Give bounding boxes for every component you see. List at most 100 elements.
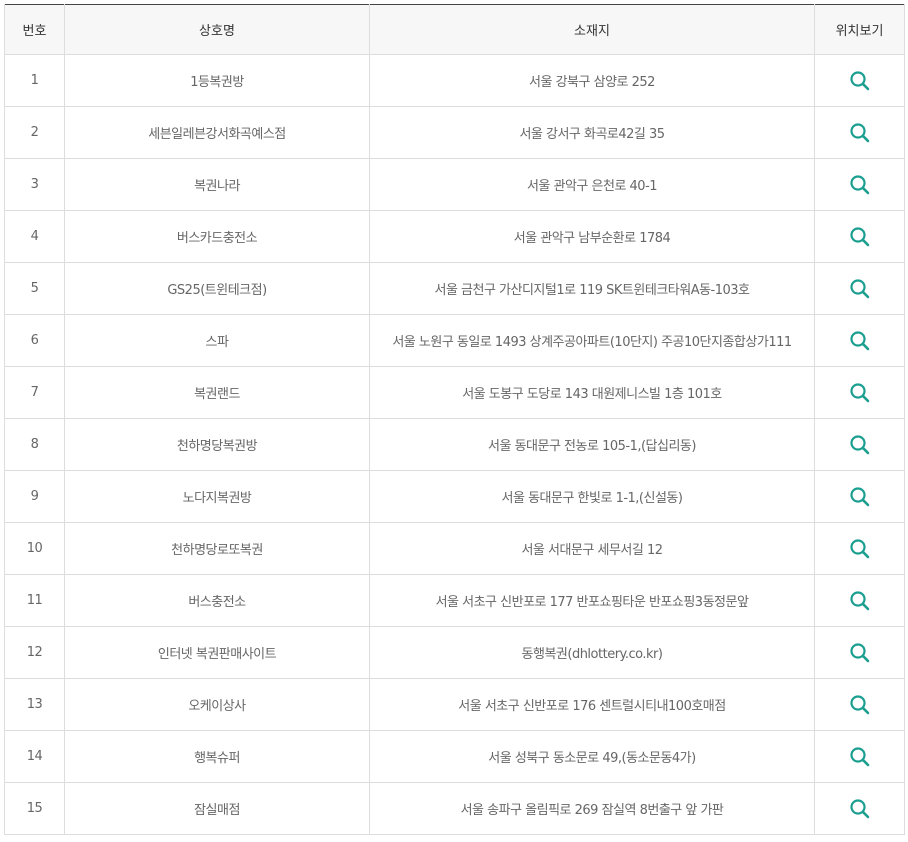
row-location-cell [814,678,905,731]
row-no: 1 [4,54,65,107]
store-list-table: 번호 상호명 소재지 위치보기 1 1등복권방 서울 강북구 삼양로 252 2… [4,4,905,835]
location-view-button[interactable] [847,432,873,458]
row-location-cell [814,730,905,783]
location-view-button[interactable] [847,796,873,822]
row-address: 서울 강서구 화곡로42길 35 [369,106,815,159]
search-icon [849,798,869,818]
location-view-button[interactable] [847,588,873,614]
search-icon [849,122,869,142]
row-address: 서울 동대문구 한빛로 1-1,(신설동) [369,470,815,523]
row-location-cell [814,418,905,471]
header-location-view: 위치보기 [814,4,905,55]
row-store-name: 잠실매점 [64,782,370,835]
row-address: 서울 서초구 신반포로 177 반포쇼핑타운 반포쇼핑3동정문앞 [369,574,815,627]
row-location-cell [814,314,905,367]
search-icon [849,226,869,246]
row-location-cell [814,522,905,575]
location-view-button[interactable] [847,536,873,562]
row-store-name: GS25(트윈테크점) [64,262,370,315]
table-row: 1 1등복권방 서울 강북구 삼양로 252 [4,54,905,107]
table-row: 9 노다지복권방 서울 동대문구 한빛로 1-1,(신설동) [4,470,905,523]
row-store-name: 복권랜드 [64,366,370,419]
table-row: 13 오케이상사 서울 서초구 신반포로 176 센트럴시티내100호매점 [4,678,905,731]
row-store-name: 복권나라 [64,158,370,211]
row-no: 13 [4,678,65,731]
row-no: 4 [4,210,65,263]
row-no: 11 [4,574,65,627]
row-store-name: 행복슈퍼 [64,730,370,783]
row-address: 서울 동대문구 전농로 105-1,(답십리동) [369,418,815,471]
row-location-cell [814,574,905,627]
search-icon [849,434,869,454]
row-address: 서울 관악구 남부순환로 1784 [369,210,815,263]
location-view-button[interactable] [847,224,873,250]
search-icon [849,382,869,402]
header-store-name: 상호명 [64,4,370,55]
row-address: 서울 송파구 올림픽로 269 잠실역 8번출구 앞 가판 [369,782,815,835]
location-view-button[interactable] [847,692,873,718]
table-row: 4 버스카드충전소 서울 관악구 남부순환로 1784 [4,210,905,263]
search-icon [849,746,869,766]
row-address: 서울 서초구 신반포로 176 센트럴시티내100호매점 [369,678,815,731]
header-no: 번호 [4,4,65,55]
row-location-cell [814,470,905,523]
table-row: 7 복권랜드 서울 도봉구 도당로 143 대원제니스빌 1층 101호 [4,366,905,419]
table-row: 12 인터넷 복권판매사이트 동행복권(dhlottery.co.kr) [4,626,905,679]
row-no: 6 [4,314,65,367]
location-view-button[interactable] [847,484,873,510]
header-address: 소재지 [369,4,815,55]
row-store-name: 1등복권방 [64,54,370,107]
row-address: 서울 관악구 은천로 40-1 [369,158,815,211]
row-address: 동행복권(dhlottery.co.kr) [369,626,815,679]
location-view-button[interactable] [847,328,873,354]
row-no: 9 [4,470,65,523]
row-address: 서울 도봉구 도당로 143 대원제니스빌 1층 101호 [369,366,815,419]
row-address: 서울 강북구 삼양로 252 [369,54,815,107]
row-store-name: 세븐일레븐강서화곡예스점 [64,106,370,159]
table-row: 5 GS25(트윈테크점) 서울 금천구 가산디지털1로 119 SK트윈테크타… [4,262,905,315]
search-icon [849,590,869,610]
row-store-name: 스파 [64,314,370,367]
table-header-row: 번호 상호명 소재지 위치보기 [4,4,905,55]
row-location-cell [814,54,905,107]
table-body: 1 1등복권방 서울 강북구 삼양로 252 2 세븐일레븐강서화곡예스점 서울… [4,54,905,835]
location-view-button[interactable] [847,172,873,198]
row-address: 서울 서대문구 세무서길 12 [369,522,815,575]
row-store-name: 버스충전소 [64,574,370,627]
row-location-cell [814,366,905,419]
row-no: 14 [4,730,65,783]
search-icon [849,642,869,662]
row-no: 2 [4,106,65,159]
row-store-name: 오케이상사 [64,678,370,731]
table-row: 3 복권나라 서울 관악구 은천로 40-1 [4,158,905,211]
row-location-cell [814,262,905,315]
location-view-button[interactable] [847,744,873,770]
location-view-button[interactable] [847,640,873,666]
row-no: 3 [4,158,65,211]
table-row: 6 스파 서울 노원구 동일로 1493 상계주공아파트(10단지) 주공10단… [4,314,905,367]
row-location-cell [814,782,905,835]
table-row: 15 잠실매점 서울 송파구 올림픽로 269 잠실역 8번출구 앞 가판 [4,782,905,835]
location-view-button[interactable] [847,120,873,146]
row-no: 15 [4,782,65,835]
table-row: 10 천하명당로또복권 서울 서대문구 세무서길 12 [4,522,905,575]
row-no: 5 [4,262,65,315]
table-row: 11 버스충전소 서울 서초구 신반포로 177 반포쇼핑타운 반포쇼핑3동정문… [4,574,905,627]
search-icon [849,538,869,558]
location-view-button[interactable] [847,380,873,406]
row-no: 8 [4,418,65,471]
row-address: 서울 노원구 동일로 1493 상계주공아파트(10단지) 주공10단지종합상가… [369,314,815,367]
row-store-name: 천하명당로또복권 [64,522,370,575]
table-row: 14 행복슈퍼 서울 성북구 동소문로 49,(동소문동4가) [4,730,905,783]
location-view-button[interactable] [847,276,873,302]
store-list-table-wrap: 번호 상호명 소재지 위치보기 1 1등복권방 서울 강북구 삼양로 252 2… [4,4,905,835]
table-row: 2 세븐일레븐강서화곡예스점 서울 강서구 화곡로42길 35 [4,106,905,159]
row-location-cell [814,106,905,159]
search-icon [849,278,869,298]
row-address: 서울 금천구 가산디지털1로 119 SK트윈테크타워A동-103호 [369,262,815,315]
search-icon [849,174,869,194]
row-store-name: 버스카드충전소 [64,210,370,263]
search-icon [849,486,869,506]
location-view-button[interactable] [847,68,873,94]
row-no: 7 [4,366,65,419]
